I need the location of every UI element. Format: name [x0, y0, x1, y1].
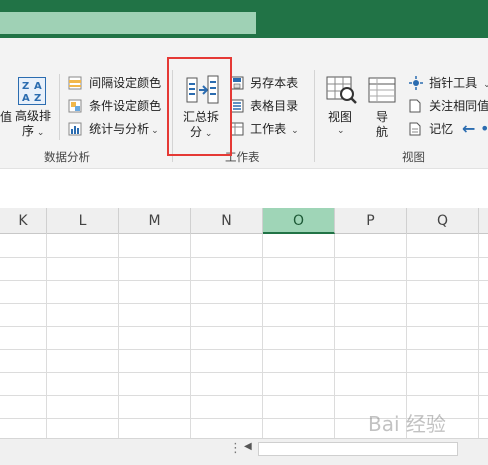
- split-handle-icon[interactable]: ⋮: [229, 441, 242, 456]
- stats-analysis-label: 统计与分析: [89, 122, 150, 136]
- more-icon[interactable]: •: [480, 119, 488, 138]
- chevron-down-icon: ⌄: [483, 80, 488, 90]
- memory-icon: [409, 122, 421, 136]
- stats-analysis-icon: [68, 122, 82, 136]
- advanced-sort-label-2: 序: [22, 124, 35, 138]
- column-header-m[interactable]: M: [119, 208, 191, 234]
- svg-text:Z: Z: [22, 81, 29, 92]
- sort-az-icon: Z A A Z: [18, 77, 46, 105]
- horizontal-scrollbar[interactable]: [258, 442, 458, 456]
- save-sheet-icon: [230, 76, 244, 90]
- cut-off-label: 值: [0, 110, 13, 124]
- pointer-tool-button[interactable]: 指针工具 ⌄: [408, 75, 488, 94]
- watermark: Bai 经验: [368, 412, 446, 436]
- grid-line: [334, 234, 335, 438]
- chevron-down-icon: ⌄: [337, 126, 345, 136]
- view-label: 视图: [328, 110, 353, 124]
- chevron-down-icon: ⌄: [291, 126, 299, 136]
- column-header-k[interactable]: K: [0, 208, 47, 234]
- advanced-sort-button[interactable]: 高级排: [15, 109, 51, 123]
- grid-line: [46, 234, 47, 438]
- navigation-label-1: 导: [376, 110, 389, 124]
- interval-color-label: 间隔设定颜色: [89, 76, 162, 90]
- column-header-l[interactable]: L: [47, 208, 119, 234]
- sheet-directory-icon: [230, 99, 244, 113]
- grid-line: [0, 372, 488, 373]
- grid-line: [0, 395, 488, 396]
- grid-line: [262, 234, 263, 438]
- grid-line: [478, 234, 479, 438]
- back-arrow-icon[interactable]: ←: [462, 119, 475, 138]
- sheet-directory-button[interactable]: 表格目录: [230, 98, 299, 117]
- worksheet-menu-button[interactable]: 工作表 ⌄: [230, 121, 299, 140]
- chevron-down-icon: ⌄: [34, 128, 45, 138]
- pointer-tool-label: 指针工具: [429, 76, 478, 90]
- watch-same-value-button[interactable]: 关注相同值: [408, 98, 488, 117]
- column-header-o[interactable]: O: [263, 208, 335, 234]
- view-button[interactable]: 视图: [328, 110, 352, 124]
- memory-button[interactable]: 记忆: [408, 121, 454, 140]
- interval-color-icon: [68, 76, 82, 90]
- save-sheet-button[interactable]: 另存本表: [230, 75, 299, 94]
- highlight-box: [167, 57, 232, 156]
- grid-line: [0, 303, 488, 304]
- grid-line: [0, 257, 488, 258]
- column-header-p[interactable]: P: [335, 208, 407, 234]
- title-bar-field[interactable]: [0, 12, 256, 34]
- navigation-icon: [368, 77, 396, 103]
- advanced-sort-label-1: 高级排: [15, 109, 52, 123]
- group-label-view: 视图: [402, 150, 425, 164]
- grid-line: [190, 234, 191, 438]
- grid-line: [0, 349, 488, 350]
- svg-text:Z: Z: [34, 93, 41, 104]
- separator: [59, 74, 60, 140]
- navigation-label-2: 航: [376, 125, 389, 139]
- grid-line: [0, 326, 488, 327]
- conditional-color-button[interactable]: 条件设定颜色: [68, 98, 162, 117]
- chevron-down-icon: ⌄: [151, 126, 159, 136]
- view-icon: [326, 75, 358, 105]
- pointer-tool-icon: [409, 76, 423, 90]
- grid-line: [0, 280, 488, 281]
- column-header-q[interactable]: Q: [407, 208, 479, 234]
- conditional-color-label: 条件设定颜色: [89, 99, 162, 113]
- grid-line: [118, 234, 119, 438]
- advanced-sort-button-line2[interactable]: 序 ⌄: [22, 124, 44, 140]
- svg-text:A: A: [34, 81, 42, 92]
- memory-label: 记忆: [429, 122, 454, 136]
- stats-analysis-button[interactable]: 统计与分析 ⌄: [68, 121, 159, 140]
- navigation-button[interactable]: 导: [376, 110, 388, 124]
- worksheet-label: 工作表: [250, 122, 287, 136]
- column-header-n[interactable]: N: [191, 208, 263, 234]
- watch-same-value-icon: [409, 99, 421, 113]
- svg-text:A: A: [22, 93, 30, 104]
- group-label-data-analysis: 数据分析: [44, 150, 90, 164]
- formula-bar[interactable]: [0, 168, 488, 209]
- scroll-left-icon[interactable]: ◀: [244, 441, 252, 452]
- watch-same-value-label: 关注相同值: [429, 99, 488, 113]
- navigation-button-line2[interactable]: 航: [376, 125, 388, 139]
- group-separator: [314, 70, 315, 162]
- column-header-row: K L M N O P Q: [0, 208, 488, 234]
- interval-color-button[interactable]: 间隔设定颜色: [68, 75, 162, 94]
- sheet-directory-label: 表格目录: [250, 99, 299, 113]
- save-sheet-label: 另存本表: [250, 76, 299, 90]
- conditional-color-icon: [68, 99, 82, 113]
- worksheet-icon: [230, 122, 244, 136]
